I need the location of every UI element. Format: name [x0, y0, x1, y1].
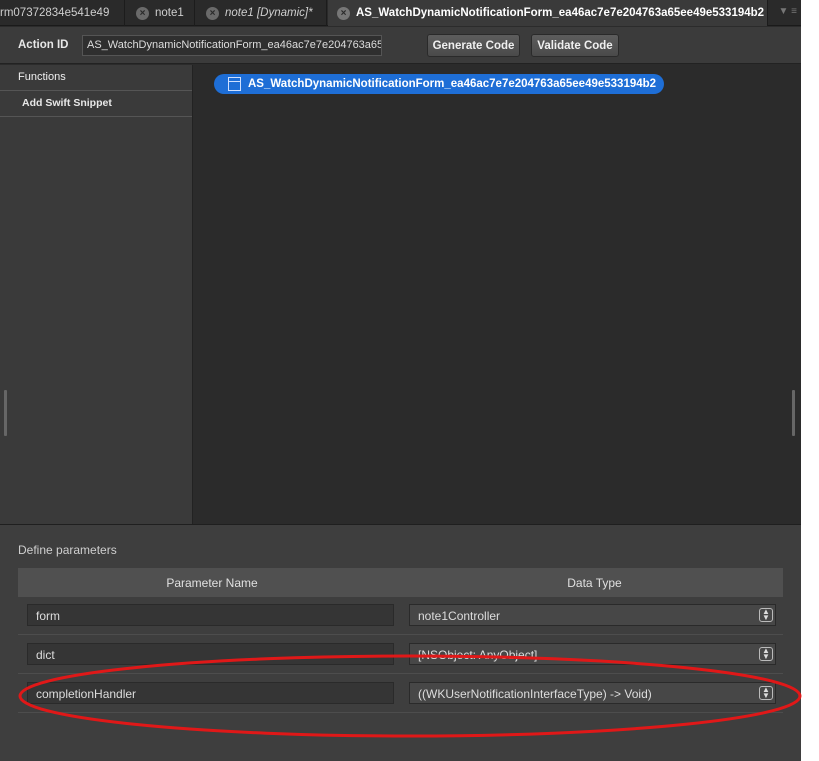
column-header-data-type: Data Type — [567, 576, 622, 590]
function-node-label: AS_WatchDynamicNotificationForm_ea46ac7e… — [248, 78, 657, 90]
sidebar-item-functions[interactable]: Functions — [0, 65, 192, 91]
function-canvas: AS_WatchDynamicNotificationForm_ea46ac7e… — [194, 65, 801, 524]
close-icon[interactable]: × — [136, 6, 149, 20]
select-arrows-icon[interactable]: ▲ ▼ — [759, 608, 773, 622]
functions-sidebar: Functions Add Swift Snippet — [0, 65, 193, 524]
table-row: completionHandler ((WKUserNotificationIn… — [18, 675, 783, 713]
parameters-title: Define parameters — [18, 543, 117, 557]
tab-label: note1 [Dynamic]* — [225, 7, 313, 19]
data-type-select[interactable]: [NSObject: AnyObject] — [409, 643, 776, 665]
parameter-name-field[interactable]: form — [27, 604, 394, 626]
parameter-name-field[interactable]: completionHandler — [27, 682, 394, 704]
parameter-name-field[interactable]: dict — [27, 643, 394, 665]
action-id-field[interactable]: AS_WatchDynamicNotificationForm_ea46ac7e… — [82, 35, 382, 56]
tab-note1-dynamic[interactable]: × note1 [Dynamic]* — [196, 0, 327, 26]
column-header-parameter-name: Parameter Name — [166, 576, 258, 590]
data-type-select[interactable]: note1Controller — [409, 604, 776, 626]
select-arrows-icon[interactable]: ▲ ▼ — [759, 686, 773, 700]
close-icon[interactable]: × — [337, 6, 350, 20]
select-arrows-icon[interactable]: ▲ ▼ — [759, 647, 773, 661]
close-icon[interactable]: × — [206, 6, 219, 20]
tab-note1[interactable]: × note1 — [126, 0, 195, 26]
app-window: rm07372834e541e49 × note1 × note1 [Dynam… — [0, 0, 801, 761]
action-id-label: Action ID — [18, 39, 69, 51]
tab-label: rm07372834e541e49 — [0, 7, 110, 19]
table-row: dict [NSObject: AnyObject] ▲ ▼ — [18, 636, 783, 674]
tab-bar: rm07372834e541e49 × note1 × note1 [Dynam… — [0, 0, 801, 26]
sidebar-item-add-swift-snippet[interactable]: Add Swift Snippet — [0, 91, 192, 117]
window-edge — [801, 0, 819, 761]
validate-code-button[interactable]: Validate Code — [531, 34, 619, 57]
parameters-table-header: Parameter Name Data Type — [18, 568, 783, 597]
function-node[interactable]: AS_WatchDynamicNotificationForm_ea46ac7e… — [214, 74, 664, 94]
data-type-select[interactable]: ((WKUserNotificationInterfaceType) -> Vo… — [409, 682, 776, 704]
tab-label: AS_WatchDynamicNotificationForm_ea46ac7e… — [356, 7, 765, 19]
generate-code-button[interactable]: Generate Code — [427, 34, 520, 57]
action-toolbar: Action ID AS_WatchDynamicNotificationFor… — [0, 27, 801, 64]
form-icon — [228, 77, 241, 91]
tab-form[interactable]: rm07372834e541e49 — [0, 0, 125, 26]
parameters-panel: Define parameters Parameter Name Data Ty… — [0, 524, 801, 761]
table-row: form note1Controller ▲ ▼ — [18, 597, 783, 635]
sidebar-resize-handle[interactable] — [4, 390, 7, 436]
tab-overflow-menu-icon[interactable]: ▼ ≡ — [778, 6, 797, 17]
canvas-resize-handle[interactable] — [792, 390, 795, 436]
tab-watch-dynamic-notification-form[interactable]: × AS_WatchDynamicNotificationForm_ea46ac… — [328, 0, 768, 26]
tab-label: note1 — [155, 7, 184, 19]
